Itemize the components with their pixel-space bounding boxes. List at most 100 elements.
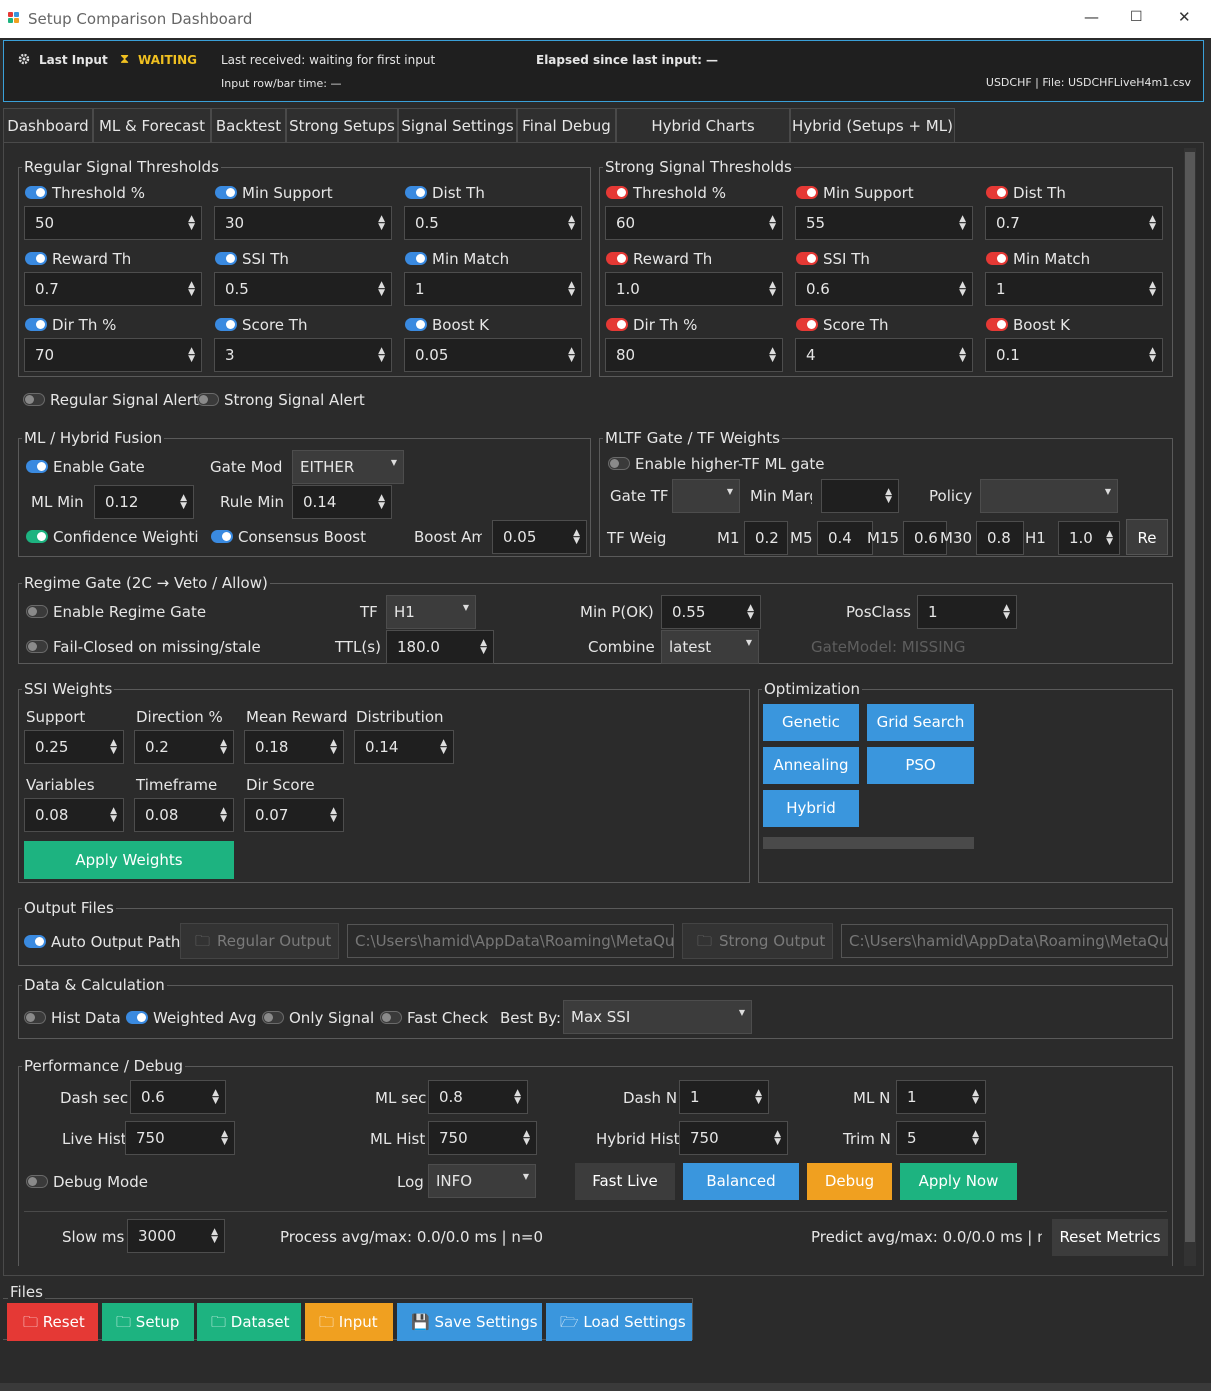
dash-sec-spinbox[interactable]: 0.6 ▲ ▼ [130,1080,226,1114]
maximize-button[interactable]: ☐ [1130,9,1143,25]
regular-ssi-th-toggle[interactable] [215,252,237,265]
annealing-button[interactable]: Annealing [763,747,859,784]
spin-arrows-icon[interactable]: ▲ ▼ [1149,347,1156,364]
strong-min-support-toggle[interactable] [796,186,818,199]
slow-ms-spinbox[interactable]: 3000 ▲ ▼ [127,1219,225,1253]
ttl-spinbox[interactable]: 180.0 ▲ ▼ [386,630,494,664]
regular-min-support-toggle[interactable] [215,186,237,199]
strong-min-match-toggle[interactable] [986,252,1008,265]
ml-min-spinbox[interactable]: 0.12 ▲ ▼ [94,485,194,519]
live-hist-spinbox[interactable]: 750 ▲ ▼ [125,1121,235,1155]
apply-weights-button[interactable]: Apply Weights [24,841,234,879]
regime-tf-select[interactable]: H1 ▼ [386,595,476,629]
enable-gate-toggle[interactable] [26,460,48,473]
fast-check-toggle[interactable] [380,1011,402,1024]
reset-button[interactable]: 🗀 Reset [7,1303,98,1341]
fail-closed-toggle[interactable] [26,640,48,653]
spin-arrows-icon[interactable]: ▲ ▼ [568,281,575,298]
spin-arrows-icon[interactable]: ▲ ▼ [774,1130,781,1147]
regular-min-match-toggle[interactable] [405,252,427,265]
spin-arrows-icon[interactable]: ▲ ▼ [480,639,487,656]
regular-threshold-spinbox[interactable]: 50 ▲ ▼ [24,206,202,240]
spin-arrows-icon[interactable]: ▲ ▼ [959,347,966,364]
boost-amt-spinbox[interactable]: 0.05 ▲ ▼ [492,520,587,554]
regular-threshold-toggle[interactable] [25,186,47,199]
minimize-button[interactable]: — [1084,8,1099,26]
spin-arrows-icon[interactable]: ▲ ▼ [972,1089,979,1106]
strong-reward-th-spinbox[interactable]: 1.0 ▲ ▼ [605,272,783,306]
spin-arrows-icon[interactable]: ▲ ▼ [972,1130,979,1147]
save-settings-button[interactable]: 💾 Save Settings [397,1303,542,1341]
apply-now-button[interactable]: Apply Now [900,1163,1017,1200]
combine-select[interactable]: latest ▼ [661,630,759,664]
input-button[interactable]: 🗀 Input [305,1303,393,1341]
strong-boost-k-spinbox[interactable]: 0.1 ▲ ▼ [985,338,1163,372]
spin-arrows-icon[interactable]: ▲ ▼ [755,1089,762,1106]
balanced-button[interactable]: Balanced [683,1163,799,1200]
regular-dist-th-spinbox[interactable]: 0.5 ▲ ▼ [404,206,582,240]
best-by-select[interactable]: Max SSI ▼ [563,1000,752,1034]
spin-arrows-icon[interactable]: ▲ ▼ [110,807,117,824]
hybrid-button[interactable]: Hybrid [763,790,859,827]
reset-metrics-button[interactable]: Reset Metrics [1052,1219,1168,1256]
gate-tf-select[interactable]: ▼ [672,479,740,513]
spin-arrows-icon[interactable]: ▲ ▼ [188,281,195,298]
policy-select[interactable]: ▼ [980,479,1118,513]
spin-arrows-icon[interactable]: ▲ ▼ [1149,215,1156,232]
strong-dist-th-toggle[interactable] [986,186,1008,199]
regular-min-support-spinbox[interactable]: 30 ▲ ▼ [214,206,392,240]
debug-mode-toggle[interactable] [26,1175,48,1188]
strong-boost-k-toggle[interactable] [986,318,1008,331]
strong-output-path[interactable]: C:\Users\hamid\AppData\Roaming\MetaQuo [841,924,1168,958]
strong-ssi-th-toggle[interactable] [796,252,818,265]
regular-ssi-th-spinbox[interactable]: 0.5 ▲ ▼ [214,272,392,306]
spin-arrows-icon[interactable]: ▲ ▼ [378,215,385,232]
spin-arrows-icon[interactable]: ▲ ▼ [221,1130,228,1147]
spin-arrows-icon[interactable]: ▲ ▼ [220,739,227,756]
tf-m1-weight[interactable]: 0.2 [744,521,788,555]
spin-arrows-icon[interactable]: ▲ ▼ [568,347,575,364]
auto-output-toggle[interactable] [24,935,46,948]
trim-n-spinbox[interactable]: 5 ▲ ▼ [896,1121,986,1155]
spin-arrows-icon[interactable]: ▲ ▼ [568,215,575,232]
debug-button[interactable]: Debug [807,1163,892,1200]
only-signal-toggle[interactable] [262,1011,284,1024]
dataset-button[interactable]: 🗀 Dataset [197,1303,301,1341]
fast-live-button[interactable]: Fast Live [575,1163,675,1200]
ssi-support-spinbox[interactable]: 0.25 ▲ ▼ [24,730,124,764]
tab-dashboard[interactable]: Dashboard [3,108,93,142]
spin-arrows-icon[interactable]: ▲ ▼ [573,529,580,546]
spin-arrows-icon[interactable]: ▲ ▼ [747,604,754,621]
close-button[interactable]: ✕ [1178,8,1191,26]
regular-boost-k-spinbox[interactable]: 0.05 ▲ ▼ [404,338,582,372]
regular-score-th-toggle[interactable] [215,318,237,331]
spin-arrows-icon[interactable]: ▲ ▼ [523,1130,530,1147]
ssi-variables-spinbox[interactable]: 0.08 ▲ ▼ [24,798,124,832]
spin-arrows-icon[interactable]: ▲ ▼ [220,807,227,824]
min-marg-spinbox[interactable]: ▲ ▼ [821,479,899,513]
min-pok-spinbox[interactable]: 0.55 ▲ ▼ [661,595,761,629]
spin-arrows-icon[interactable]: ▲ ▼ [885,488,892,505]
spin-arrows-icon[interactable]: ▲ ▼ [110,739,117,756]
tf-h1-weight[interactable]: 1.0 ▲ ▼ [1058,521,1120,555]
consensus-boost-toggle[interactable] [211,530,233,543]
spin-arrows-icon[interactable]: ▲ ▼ [330,739,337,756]
spin-arrows-icon[interactable]: ▲ ▼ [378,347,385,364]
confidence-weighting-toggle[interactable] [26,530,48,543]
strong-alert-toggle[interactable] [197,393,219,406]
dash-n-spinbox[interactable]: 1 ▲ ▼ [679,1080,769,1114]
spin-arrows-icon[interactable]: ▲ ▼ [440,739,447,756]
regular-dir-th-spinbox[interactable]: 70 ▲ ▼ [24,338,202,372]
spin-arrows-icon[interactable]: ▲ ▼ [769,215,776,232]
regime-gate-toggle[interactable] [26,605,48,618]
spin-arrows-icon[interactable]: ▲ ▼ [769,281,776,298]
ssi-timeframe-spinbox[interactable]: 0.08 ▲ ▼ [134,798,234,832]
ml-n-spinbox[interactable]: 1 ▲ ▼ [896,1080,986,1114]
regular-output-path[interactable]: C:\Users\hamid\AppData\Roaming\MetaQuo [347,924,674,958]
higher-tf-gate-toggle[interactable] [608,457,630,470]
strong-threshold-spinbox[interactable]: 60 ▲ ▼ [605,206,783,240]
spin-arrows-icon[interactable]: ▲ ▼ [211,1228,218,1245]
tab-strong-setups[interactable]: Strong Setups [286,108,398,142]
spin-arrows-icon[interactable]: ▲ ▼ [378,281,385,298]
load-settings-button[interactable]: 🗁 Load Settings [546,1303,692,1341]
